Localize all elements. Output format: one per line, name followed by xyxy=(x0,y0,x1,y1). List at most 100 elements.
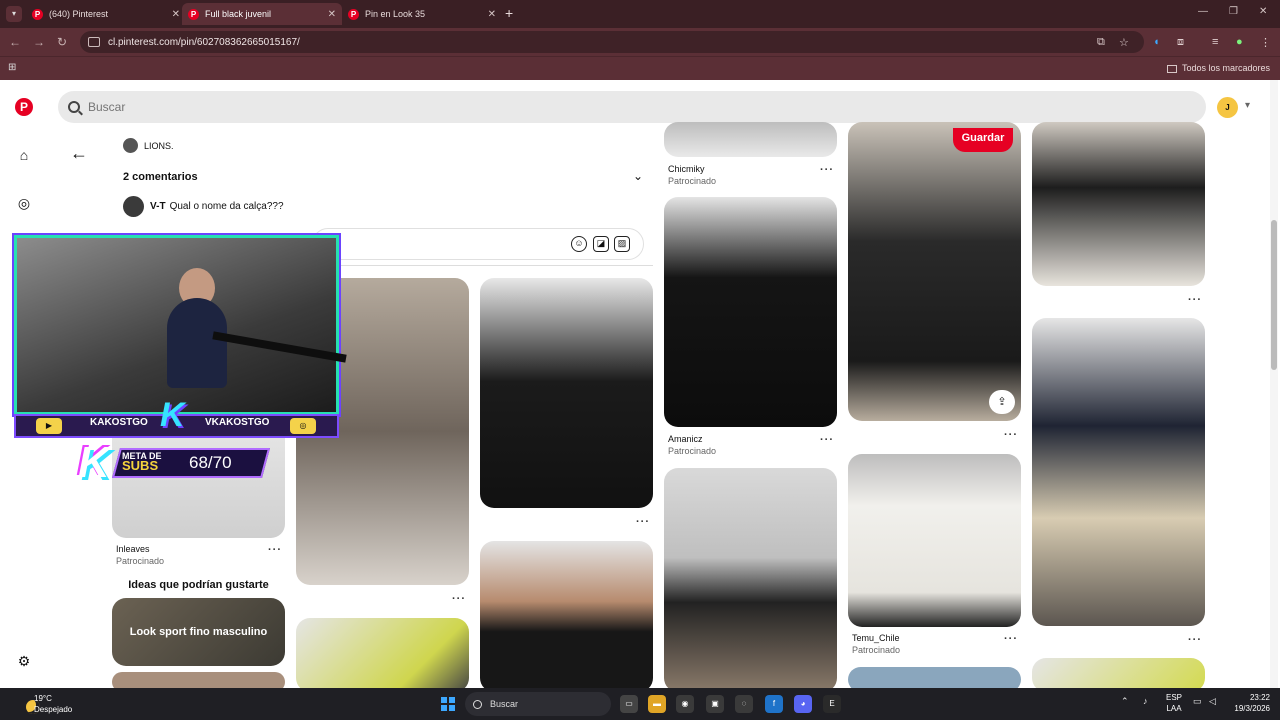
extensions-puzzle-icon[interactable]: ⧈ xyxy=(1177,36,1184,49)
more-options-icon[interactable]: ··· xyxy=(1188,634,1202,646)
tab-search-menu-icon[interactable]: ▾ xyxy=(6,6,22,22)
bookmark-star-icon[interactable]: ☆ xyxy=(1119,36,1129,49)
back-icon[interactable]: ← xyxy=(9,35,21,49)
pin-image[interactable] xyxy=(848,454,1021,627)
pinterest-search-bar[interactable] xyxy=(58,91,1206,123)
taskbar-search[interactable]: Buscar xyxy=(465,692,611,716)
emoji-icon[interactable]: ☺ xyxy=(571,236,587,252)
pin-image[interactable] xyxy=(664,197,837,427)
network-icon[interactable]: ▭ xyxy=(1193,696,1202,707)
more-options-icon[interactable]: ··· xyxy=(268,544,282,556)
volume-icon[interactable]: ◁ xyxy=(1209,696,1216,707)
pin-image[interactable] xyxy=(848,122,1021,421)
more-options-icon[interactable]: ··· xyxy=(636,516,650,528)
pin-source[interactable]: Chicmiky xyxy=(668,164,705,174)
settings-gear-icon[interactable]: ⚙ xyxy=(15,652,33,670)
close-window-icon[interactable]: ✕ xyxy=(1259,6,1267,17)
pin-source[interactable]: Inleaves xyxy=(116,544,150,554)
reload-icon[interactable]: ↻ xyxy=(57,35,67,49)
extension-icon[interactable]: ◖ xyxy=(1153,36,1160,48)
new-tab-button[interactable]: + xyxy=(505,5,513,21)
tray-chevron-up-icon[interactable]: ⌃ xyxy=(1121,696,1129,707)
forward-icon[interactable]: → xyxy=(33,35,45,49)
home-icon[interactable]: ⌂ xyxy=(15,146,33,164)
share-icon[interactable]: ⇪ xyxy=(989,390,1015,414)
user-avatar[interactable]: J xyxy=(1217,97,1238,118)
obs-icon[interactable]: ◌ xyxy=(735,695,753,713)
app-icon[interactable]: ▣ xyxy=(706,695,724,713)
discord-icon[interactable]: ◕ xyxy=(794,695,812,713)
image-upload-icon[interactable]: ▨ xyxy=(614,236,630,252)
minimize-icon[interactable]: — xyxy=(1198,6,1208,17)
pin-image[interactable] xyxy=(296,618,469,692)
restore-icon[interactable]: ❐ xyxy=(1229,6,1238,17)
more-menu-icon[interactable]: ⋮ xyxy=(1260,36,1271,49)
browser-toolbar: ← → ↻ cl.pinterest.com/pin/6027083626650… xyxy=(0,28,1280,56)
pin-sponsored-label: Patrocinado xyxy=(668,446,717,456)
page-scrollbar[interactable] xyxy=(1270,80,1278,688)
pin-image[interactable] xyxy=(664,468,837,692)
scrollbar-thumb[interactable] xyxy=(1271,220,1277,370)
install-app-icon[interactable]: ⧉ xyxy=(1097,36,1105,49)
microphone-icon[interactable]: ♪ xyxy=(1143,696,1148,706)
tab-title: Pin en Look 35 xyxy=(365,9,426,19)
task-view-icon[interactable]: ▭ xyxy=(620,695,638,713)
more-options-icon[interactable]: ··· xyxy=(452,593,466,605)
save-button[interactable]: Guardar xyxy=(953,128,1013,152)
comment-text: Qual o nome da calça??? xyxy=(169,201,284,212)
language-indicator[interactable]: ESP LAA xyxy=(1166,692,1182,714)
pin-image[interactable] xyxy=(664,122,837,157)
account-chevron-down-icon[interactable]: ▾ xyxy=(1245,100,1250,111)
site-info-icon[interactable] xyxy=(88,37,100,47)
apps-grid-icon[interactable]: ⊞ xyxy=(8,62,16,73)
more-options-icon[interactable]: ··· xyxy=(820,164,834,176)
tab-pinterest-home[interactable]: P (640) Pinterest ✕ xyxy=(26,3,186,25)
tab-close-icon[interactable]: ✕ xyxy=(328,9,336,20)
tab-full-black[interactable]: P Full black juvenil ✕ xyxy=(182,3,342,25)
more-options-icon[interactable]: ··· xyxy=(1004,633,1018,645)
back-arrow-icon[interactable]: ← xyxy=(70,143,88,164)
file-explorer-icon[interactable]: ▬ xyxy=(648,695,666,713)
pinterest-logo-icon[interactable]: P xyxy=(15,98,33,116)
overlay-name-right: VKAKOSTGO xyxy=(205,417,270,428)
sub-goal-label: META DE SUBS xyxy=(122,451,178,472)
pin-sponsored-label: Patrocinado xyxy=(852,645,901,655)
epic-games-icon[interactable]: E xyxy=(823,695,841,713)
temperature: 19°C xyxy=(34,694,52,703)
tab-close-icon[interactable]: ✕ xyxy=(172,9,180,20)
comments-count[interactable]: 2 comentarios xyxy=(123,171,198,183)
search-icon xyxy=(68,101,80,113)
chrome-icon[interactable]: ◉ xyxy=(676,695,694,713)
explore-compass-icon[interactable]: ◎ xyxy=(15,194,33,212)
pin-image[interactable] xyxy=(1032,658,1205,692)
more-options-icon[interactable]: ··· xyxy=(1188,294,1202,306)
pin-image[interactable] xyxy=(480,278,653,508)
more-options-icon[interactable]: ··· xyxy=(1004,429,1018,441)
pin-source[interactable]: Temu_Chile xyxy=(852,633,900,643)
pinterest-favicon-icon: P xyxy=(188,8,199,20)
pin-image[interactable] xyxy=(1032,318,1205,626)
chevron-down-icon[interactable]: ⌄ xyxy=(633,169,643,183)
more-options-icon[interactable]: ··· xyxy=(820,434,834,446)
profile-icon[interactable]: ● xyxy=(1236,36,1243,48)
weather-condition: Despejado xyxy=(34,705,73,714)
reading-list-icon[interactable]: ≡ xyxy=(1212,36,1218,48)
idea-card[interactable]: Look sport fino masculino xyxy=(112,598,285,666)
system-clock[interactable]: 23:22 19/3/2026 xyxy=(1234,692,1270,714)
overlay-name-left: KAKOSTGO xyxy=(90,417,148,428)
sticker-icon[interactable]: ◪ xyxy=(593,236,609,252)
windows-start-icon[interactable] xyxy=(441,697,455,711)
commenter-name[interactable]: V-T xyxy=(150,201,166,212)
search-input[interactable] xyxy=(88,100,488,114)
tab-close-icon[interactable]: ✕ xyxy=(488,9,496,20)
instagram-icon: ◎ xyxy=(290,418,316,434)
tab-pin-look[interactable]: P Pin en Look 35 ✕ xyxy=(342,3,502,25)
pin-meta: Chicmiky Patrocinado xyxy=(668,164,716,186)
facebook-icon[interactable]: f xyxy=(765,695,783,713)
pin-image[interactable] xyxy=(480,541,653,692)
all-bookmarks-button[interactable]: Todos los marcadores xyxy=(1166,63,1270,73)
pin-image[interactable] xyxy=(1032,122,1205,286)
address-bar[interactable]: cl.pinterest.com/pin/602708362665015167/ xyxy=(80,31,1144,53)
pin-source[interactable]: Amanicz xyxy=(668,434,703,444)
pin-author[interactable]: LIONS. xyxy=(123,138,174,153)
